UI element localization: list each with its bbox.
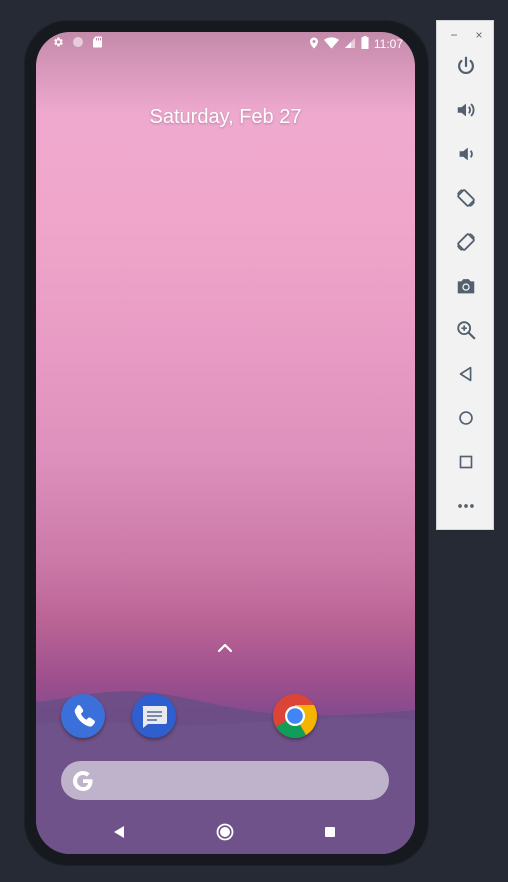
device-screen[interactable]: 11:07 Saturday, Feb 27 [36, 32, 415, 854]
toolbar-back-button[interactable] [451, 359, 481, 389]
wifi-icon [323, 36, 339, 52]
screenshot-button[interactable] [451, 271, 481, 301]
status-bar: 11:07 [36, 32, 415, 54]
sd-card-icon [92, 36, 103, 51]
zoom-in-icon [457, 321, 476, 340]
messages-app-icon[interactable] [132, 694, 176, 738]
volume-up-icon [457, 103, 475, 117]
messages-icon [142, 706, 167, 728]
power-icon [458, 56, 474, 75]
rotate-right-icon [457, 233, 475, 251]
zoom-button[interactable] [451, 315, 481, 345]
location-icon [309, 37, 319, 52]
settings-icon [52, 36, 64, 51]
more-button[interactable] [451, 491, 481, 521]
minimize-button[interactable]: − [446, 27, 462, 43]
close-button[interactable]: × [471, 27, 487, 43]
chrome-icon [273, 694, 317, 738]
battery-icon [361, 36, 369, 52]
recents-icon[interactable] [318, 820, 342, 844]
cell-signal-icon [344, 37, 356, 52]
camera-icon [457, 279, 475, 294]
phone-icon [74, 705, 95, 727]
power-button[interactable] [451, 51, 481, 81]
emulator-toolbar: − × [436, 20, 494, 530]
sync-circle-icon [72, 36, 84, 51]
google-g-icon [72, 771, 93, 791]
overview-square-icon [459, 455, 473, 469]
chrome-app-icon[interactable] [273, 694, 317, 738]
navigation-bar [36, 810, 415, 854]
date-widget[interactable]: Saturday, Feb 27 [36, 106, 415, 129]
volume-up-button[interactable] [451, 95, 481, 125]
toolbar-overview-button[interactable] [451, 447, 481, 477]
phone-app-icon[interactable] [61, 694, 105, 738]
google-search-bar[interactable] [61, 761, 389, 800]
rotate-left-icon [457, 189, 475, 207]
more-dots-icon [458, 504, 474, 508]
volume-down-button[interactable] [451, 139, 481, 169]
volume-down-icon [459, 147, 473, 161]
home-circle-icon [459, 411, 473, 425]
back-triangle-icon [459, 366, 472, 382]
home-icon[interactable] [213, 820, 237, 844]
toolbar-home-button[interactable] [451, 403, 481, 433]
status-time: 11:07 [373, 37, 403, 51]
rotate-left-button[interactable] [451, 183, 481, 213]
back-icon[interactable] [107, 820, 131, 844]
rotate-right-button[interactable] [451, 227, 481, 257]
app-drawer-arrow-icon[interactable] [214, 640, 236, 656]
